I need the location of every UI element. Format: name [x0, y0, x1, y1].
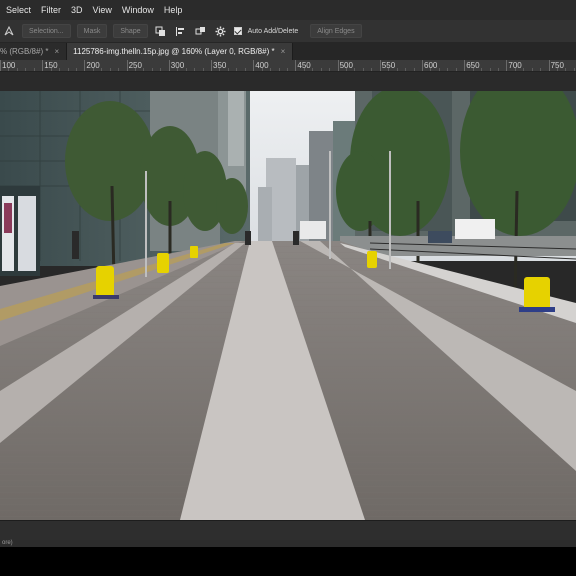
menu-window[interactable]: Window — [122, 5, 154, 15]
document-tab-bar: % (RGB/8#) * × 1125786-img.thelln.15p.jp… — [0, 42, 576, 60]
ruler-minor-tick — [185, 68, 187, 71]
ruler-minor-tick — [362, 68, 364, 71]
ruler-minor-tick — [227, 68, 229, 71]
ruler-minor-tick — [25, 68, 27, 71]
auto-add-delete-checkbox[interactable] — [233, 27, 242, 35]
ruler-minor-tick — [540, 68, 542, 71]
ruler-minor-tick — [497, 68, 499, 71]
ruler-minor-tick — [346, 68, 348, 71]
horizontal-ruler[interactable]: 100 150 200 250 300 350 400 450 500 550 600 650 700 7… — [0, 60, 576, 72]
path-arrangement-icon[interactable] — [194, 24, 208, 38]
ruler-minor-tick — [405, 68, 407, 71]
ruler-minor-tick — [118, 68, 120, 71]
ruler-minor-tick — [514, 68, 516, 71]
ruler-minor-tick — [75, 68, 77, 71]
ruler-minor-tick — [455, 68, 457, 71]
ruler-minor-tick — [523, 68, 525, 71]
close-icon[interactable]: × — [281, 47, 286, 56]
ruler-minor-tick — [202, 68, 204, 71]
ruler-minor-tick — [261, 68, 263, 71]
path-operations-icon[interactable] — [154, 24, 168, 38]
make-mask-button[interactable]: Mask — [76, 24, 108, 38]
ruler-minor-tick — [92, 68, 94, 71]
document-info: ore) — [0, 540, 576, 547]
auto-add-delete-label: Auto Add/Delete — [247, 27, 299, 35]
tab-document-2[interactable]: 1125786-img.thelln.15p.jpg @ 160% (Layer… — [67, 43, 294, 60]
pen-tool-icon[interactable] — [2, 24, 16, 38]
ruler-minor-tick — [396, 68, 398, 71]
ruler-minor-tick — [16, 68, 18, 71]
align-edges-button[interactable]: Align Edges — [310, 24, 362, 38]
ruler-minor-tick — [371, 68, 373, 71]
ruler-minor-tick — [430, 68, 432, 71]
ruler-minor-tick — [565, 68, 567, 71]
street-photo — [0, 91, 576, 520]
menu-bar: Select Filter 3D View Window Help — [0, 0, 576, 20]
ruler-minor-tick — [109, 68, 111, 71]
ruler-minor-tick — [59, 68, 61, 71]
path-alignment-icon[interactable] — [174, 24, 188, 38]
ruler-minor-tick — [447, 68, 449, 71]
ruler-minor-tick — [303, 68, 305, 71]
tab-document-1-label: % (RGB/8#) * — [0, 47, 49, 56]
ruler-minor-tick — [151, 68, 153, 71]
ruler-minor-tick — [33, 68, 35, 71]
ruler-minor-tick — [160, 68, 162, 71]
status-bar — [0, 520, 576, 540]
document-image[interactable] — [0, 91, 576, 520]
menu-select[interactable]: Select — [6, 5, 31, 15]
menu-3d[interactable]: 3D — [71, 5, 83, 15]
ruler-minor-tick — [8, 68, 10, 71]
ruler-minor-tick — [312, 68, 314, 71]
ruler-minor-tick — [270, 68, 272, 71]
ruler-minor-tick — [236, 68, 238, 71]
ruler-minor-tick — [50, 68, 52, 71]
ruler-minor-tick — [278, 68, 280, 71]
ruler-minor-tick — [177, 68, 179, 71]
ruler-minor-tick — [354, 68, 356, 71]
make-shape-button[interactable]: Shape — [113, 24, 148, 38]
ruler-minor-tick — [320, 68, 322, 71]
ruler-minor-tick — [472, 68, 474, 71]
ruler-minor-tick — [489, 68, 491, 71]
ruler-minor-tick — [143, 68, 145, 71]
close-icon[interactable]: × — [54, 47, 59, 56]
window-bottom — [0, 547, 576, 576]
menu-view[interactable]: View — [93, 5, 112, 15]
ruler-minor-tick — [286, 68, 288, 71]
ruler-minor-tick — [194, 68, 196, 71]
menu-filter[interactable]: Filter — [41, 5, 61, 15]
ruler-minor-tick — [329, 68, 331, 71]
ruler-minor-tick — [413, 68, 415, 71]
tab-document-2-label: 1125786-img.thelln.15p.jpg @ 160% (Layer… — [73, 47, 275, 56]
ruler-minor-tick — [244, 68, 246, 71]
tab-document-1[interactable]: % (RGB/8#) * × — [0, 43, 68, 60]
ruler-minor-tick — [388, 68, 390, 71]
pasteboard — [0, 72, 576, 91]
ruler-minor-tick — [101, 68, 103, 71]
ruler-minor-tick — [573, 68, 575, 71]
gear-icon[interactable] — [214, 24, 228, 38]
ruler-minor-tick — [219, 68, 221, 71]
ruler-minor-tick — [67, 68, 69, 71]
ruler-minor-tick — [481, 68, 483, 71]
ruler-minor-tick — [438, 68, 440, 71]
canvas-area[interactable] — [0, 72, 576, 520]
ruler-minor-tick — [135, 68, 137, 71]
make-selection-button[interactable]: Selection... — [22, 24, 71, 38]
options-bar: Selection... Mask Shape Auto Add/Delete … — [0, 20, 576, 42]
ruler-minor-tick — [531, 68, 533, 71]
ruler-minor-tick — [557, 68, 559, 71]
menu-help[interactable]: Help — [164, 5, 183, 15]
